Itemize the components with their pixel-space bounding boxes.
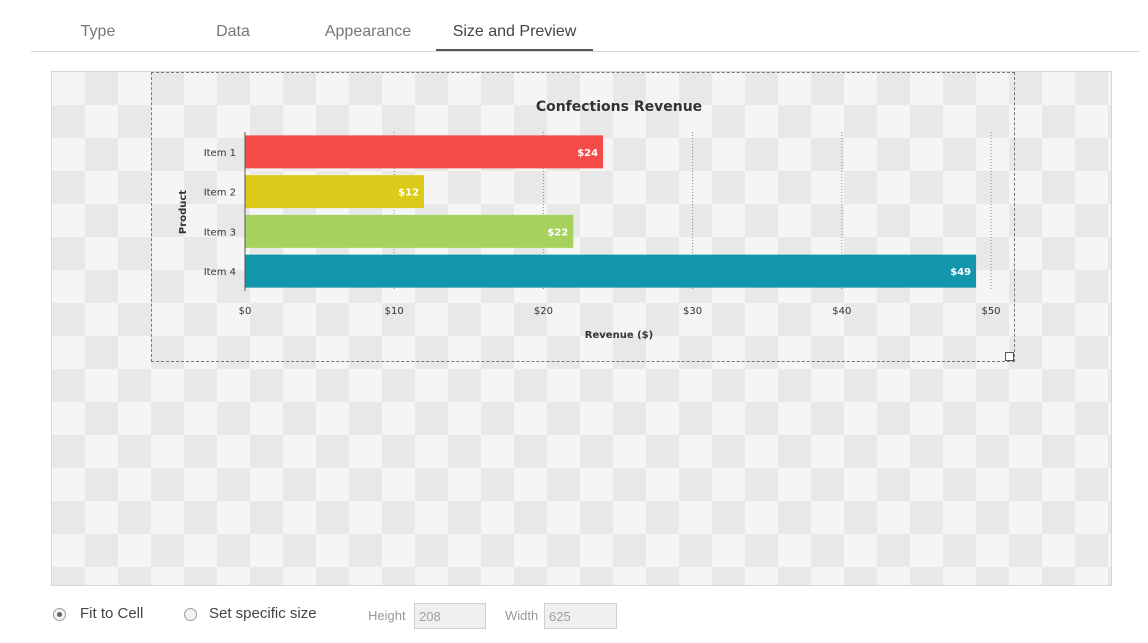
set-specific-size-radio[interactable] [184, 608, 197, 621]
x-axis-title: Revenue ($) [585, 330, 653, 341]
x-tick-label: $0 [239, 306, 252, 317]
bar [245, 254, 977, 288]
y-axis-title: Product [178, 190, 189, 234]
tab-size-and-preview[interactable]: Size and Preview [436, 14, 593, 51]
chart-title: Confections Revenue [536, 99, 702, 115]
set-specific-size-label[interactable]: Set specific size [209, 605, 317, 622]
y-tick-label: Item 3 [204, 227, 236, 238]
x-tick-label: $40 [832, 306, 851, 317]
width-label: Width [505, 608, 539, 623]
tab-type[interactable]: Type [76, 14, 120, 50]
tab-appearance[interactable]: Appearance [319, 14, 417, 50]
y-tick-label: Item 1 [204, 148, 236, 159]
bar [245, 214, 574, 248]
x-tick-label: $50 [981, 306, 1000, 317]
bar-data-label: $22 [547, 227, 568, 238]
tab-bar: Type Data Appearance Size and Preview [31, 14, 1140, 52]
bar-chart: Confections Revenue Revenue ($) Product … [178, 99, 1001, 341]
bar [245, 135, 604, 169]
bar-data-label: $24 [577, 148, 598, 159]
bar-data-label: $12 [398, 188, 419, 199]
fit-to-cell-label[interactable]: Fit to Cell [80, 605, 143, 622]
fit-to-cell-radio[interactable] [53, 608, 66, 621]
x-tick-label: $10 [385, 306, 404, 317]
x-tick-label: $20 [534, 306, 553, 317]
height-field[interactable] [414, 603, 486, 629]
x-tick-label: $30 [683, 306, 702, 317]
bars [245, 135, 977, 288]
height-label: Height [368, 608, 406, 623]
bar-data-label: $49 [950, 267, 971, 278]
y-tick-label: Item 2 [204, 188, 236, 199]
y-tick-label: Item 4 [204, 267, 236, 278]
width-field[interactable] [544, 603, 617, 629]
tab-data[interactable]: Data [212, 14, 254, 50]
resize-handle[interactable] [1005, 352, 1014, 361]
